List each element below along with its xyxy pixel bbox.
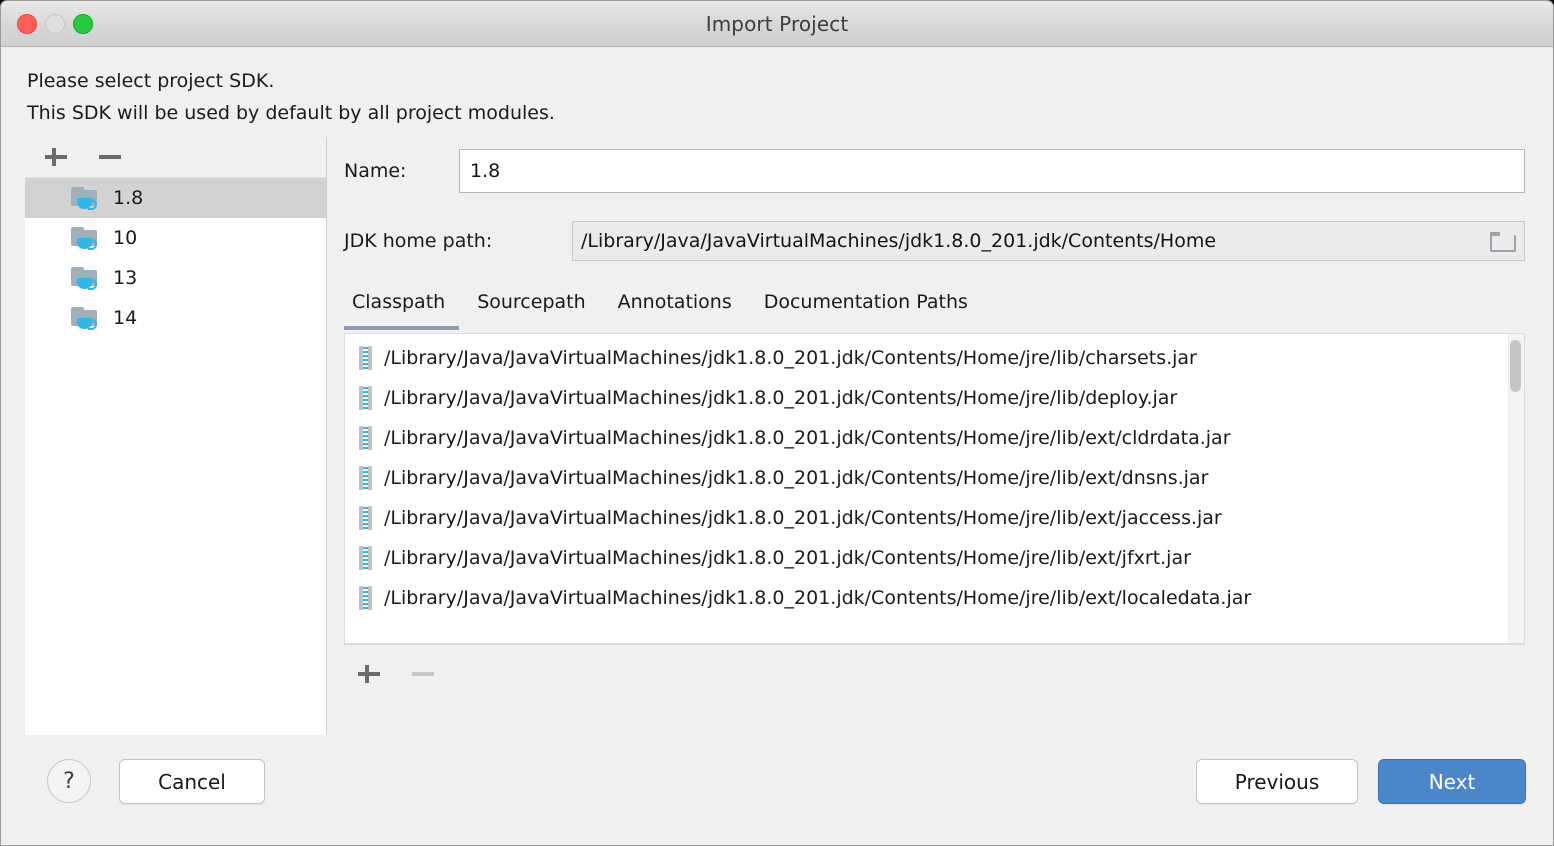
detail-tabs: Classpath Sourcepath Annotations Documen…	[344, 287, 1525, 334]
sdk-list-item-1-8[interactable]: 1.8	[25, 178, 326, 218]
sdk-list[interactable]: 1.8 10 13 14	[25, 177, 326, 735]
close-window-icon[interactable]	[17, 14, 37, 34]
tab-classpath[interactable]: Classpath	[344, 287, 461, 330]
name-input[interactable]: 1.8	[459, 149, 1525, 193]
classpath-row[interactable]: /Library/Java/JavaVirtualMachines/jdk1.8…	[345, 378, 1524, 418]
tab-label: Sourcepath	[477, 291, 586, 313]
help-button[interactable]: ?	[47, 759, 91, 803]
jdk-folder-icon	[71, 185, 101, 211]
classpath-entry-label: /Library/Java/JavaVirtualMachines/jdk1.8…	[384, 427, 1231, 449]
remove-sdk-button[interactable]	[97, 144, 123, 170]
sdk-list-item-14[interactable]: 14	[25, 298, 326, 338]
dialog-footer: ? Cancel Previous Next	[1, 747, 1553, 845]
cancel-button-label: Cancel	[158, 769, 226, 794]
name-label: Name:	[344, 160, 407, 182]
window-titlebar: Import Project	[1, 1, 1553, 47]
tab-documentation-paths[interactable]: Documentation Paths	[748, 287, 984, 329]
jdk-home-path-value: /Library/Java/JavaVirtualMachines/jdk1.8…	[581, 230, 1217, 252]
tab-label: Classpath	[352, 291, 446, 313]
classpath-list-container: /Library/Java/JavaVirtualMachines/jdk1.8…	[344, 334, 1525, 644]
jar-archive-icon	[359, 586, 372, 610]
name-input-value: 1.8	[470, 160, 501, 182]
classpath-scrollbar[interactable]	[1508, 334, 1524, 643]
classpath-entry-label: /Library/Java/JavaVirtualMachines/jdk1.8…	[384, 507, 1222, 529]
sdk-item-label: 13	[113, 267, 138, 289]
tab-sourcepath[interactable]: Sourcepath	[461, 287, 601, 329]
classpath-row[interactable]: /Library/Java/JavaVirtualMachines/jdk1.8…	[345, 418, 1524, 458]
sdk-list-item-10[interactable]: 10	[25, 218, 326, 258]
next-button[interactable]: Next	[1378, 759, 1526, 804]
dialog-header: Please select project SDK. This SDK will…	[1, 47, 1553, 129]
classpath-row[interactable]: /Library/Java/JavaVirtualMachines/jdk1.8…	[345, 338, 1524, 378]
classpath-row[interactable]: /Library/Java/JavaVirtualMachines/jdk1.8…	[345, 578, 1524, 618]
window-title: Import Project	[705, 11, 849, 36]
sdk-item-label: 14	[113, 307, 138, 329]
tab-annotations[interactable]: Annotations	[602, 287, 748, 329]
help-icon: ?	[63, 768, 75, 794]
jar-archive-icon	[359, 346, 372, 370]
jdk-folder-icon	[71, 265, 101, 291]
name-field-row: Name: 1.8	[344, 149, 1525, 193]
jar-archive-icon	[359, 506, 372, 530]
classpath-entry-label: /Library/Java/JavaVirtualMachines/jdk1.8…	[384, 467, 1209, 489]
maximize-window-icon[interactable]	[73, 14, 93, 34]
next-button-label: Next	[1428, 769, 1476, 794]
add-classpath-entry-button[interactable]	[356, 661, 382, 687]
jar-archive-icon	[359, 546, 372, 570]
previous-button[interactable]: Previous	[1196, 759, 1358, 804]
classpath-row[interactable]: /Library/Java/JavaVirtualMachines/jdk1.8…	[345, 458, 1524, 498]
tab-label: Annotations	[617, 291, 732, 313]
sdk-item-label: 1.8	[113, 187, 144, 209]
panel-divider	[326, 137, 327, 735]
jdk-folder-icon	[71, 225, 101, 251]
sdk-toolbar	[25, 137, 326, 177]
header-line-2: This SDK will be used by default by all …	[27, 102, 555, 124]
jdk-home-path-label: JDK home path:	[344, 230, 493, 252]
classpath-scrollbar-thumb[interactable]	[1510, 340, 1521, 392]
tab-label: Documentation Paths	[763, 291, 968, 313]
classpath-row[interactable]: /Library/Java/JavaVirtualMachines/jdk1.8…	[345, 498, 1524, 538]
add-sdk-button[interactable]	[43, 144, 69, 170]
classpath-entry-label: /Library/Java/JavaVirtualMachines/jdk1.8…	[384, 347, 1197, 369]
folder-icon[interactable]	[1490, 231, 1516, 252]
import-project-dialog: Import Project Please select project SDK…	[0, 0, 1554, 846]
jdk-folder-icon	[71, 305, 101, 331]
sdk-detail-pane: Name: 1.8 JDK home path: /Library/Java/J…	[344, 137, 1525, 747]
jdk-home-path-input[interactable]: /Library/Java/JavaVirtualMachines/jdk1.8…	[572, 221, 1525, 261]
classpath-entry-label: /Library/Java/JavaVirtualMachines/jdk1.8…	[384, 387, 1178, 409]
traffic-lights	[17, 14, 93, 34]
cancel-button[interactable]: Cancel	[119, 759, 265, 804]
dialog-body: 1.8 10 13 14 Name: 1.8 JDK home path: /L…	[1, 129, 1553, 747]
remove-classpath-entry-button	[410, 661, 436, 687]
classpath-row[interactable]: /Library/Java/JavaVirtualMachines/jdk1.8…	[345, 538, 1524, 578]
sdk-item-label: 10	[113, 227, 138, 249]
classpath-entry-label: /Library/Java/JavaVirtualMachines/jdk1.8…	[384, 547, 1191, 569]
jar-archive-icon	[359, 426, 372, 450]
header-line-1: Please select project SDK.	[27, 70, 275, 92]
jar-archive-icon	[359, 386, 372, 410]
sdk-list-item-13[interactable]: 13	[25, 258, 326, 298]
previous-button-label: Previous	[1234, 769, 1320, 794]
jar-archive-icon	[359, 466, 372, 490]
sdk-panel: 1.8 10 13 14	[25, 137, 326, 735]
classpath-toolbar	[344, 644, 1525, 702]
minimize-window-icon[interactable]	[45, 14, 65, 34]
jdk-home-path-row: JDK home path: /Library/Java/JavaVirtual…	[344, 221, 1525, 261]
classpath-entry-label: /Library/Java/JavaVirtualMachines/jdk1.8…	[384, 587, 1252, 609]
classpath-list[interactable]: /Library/Java/JavaVirtualMachines/jdk1.8…	[345, 334, 1524, 618]
